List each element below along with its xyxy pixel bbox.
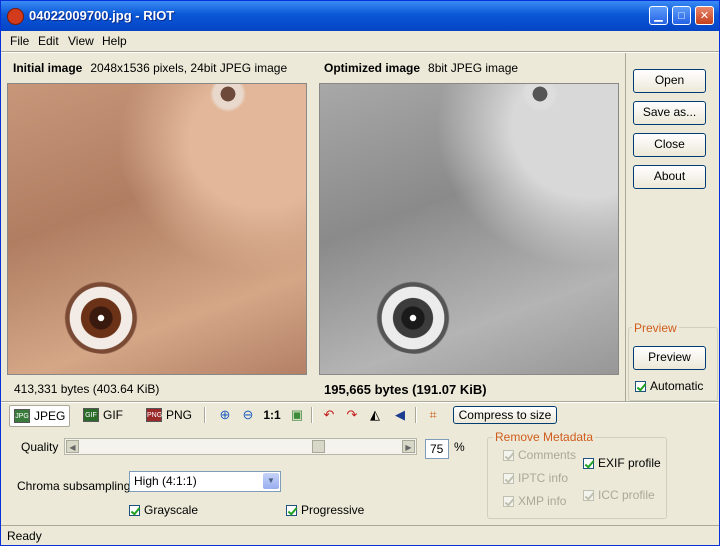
quality-unit: % [454,440,465,454]
icc-check-box[interactable] [583,489,594,501]
optimized-size: 195,665 bytes (191.07 KiB) [324,382,487,397]
grayscale-checkbox[interactable]: Grayscale [129,503,198,517]
iptc-checkbox[interactable]: IPTC info [503,471,568,485]
open-button[interactable]: Open [633,69,706,93]
menu-help[interactable]: Help [102,34,127,48]
iptc-label: IPTC info [518,471,569,485]
about-button[interactable]: About [633,165,706,189]
gif-tab[interactable]: GIF GIF [83,405,123,425]
crop-icon[interactable]: ⌗ [425,407,441,423]
menu-edit[interactable]: Edit [38,34,59,48]
icc-label: ICC profile [598,488,655,502]
chroma-selected-value: High (4:1:1) [134,474,197,488]
automatic-check-box[interactable] [635,380,646,392]
png-label: PNG [166,408,193,422]
grayscale-check-box[interactable] [129,504,140,516]
status-bar: Ready [1,525,719,546]
progressive-checkbox[interactable]: Progressive [286,503,364,517]
xmp-checkbox[interactable]: XMP info [503,494,566,508]
jpeg-tab[interactable]: JPG JPEG [9,405,71,427]
toolbar-divider [415,407,417,423]
flip-horizontal-icon[interactable]: ◭ [367,407,383,423]
close-button[interactable]: Close [633,133,706,157]
toolbar-divider [311,407,313,423]
preview-button[interactable]: Preview [633,346,706,370]
comments-label: Comments [518,448,577,462]
quality-label: Quality [21,440,59,454]
optimized-image-label: Optimized image [324,61,421,75]
gif-file-icon: GIF [83,408,99,422]
eye-shape [510,84,570,114]
optimized-image-info: 8bit JPEG image [428,61,519,75]
menu-view[interactable]: View [68,34,94,48]
menu-bar: File Edit View Help [1,31,719,51]
save-as-button[interactable]: Save as... [633,101,706,125]
chroma-label: Chroma subsampling [17,479,131,493]
initial-image-header: Initial image 2048x1536 pixels, 24bit JPE… [13,61,287,75]
comments-check-box[interactable] [503,449,514,461]
grayscale-label: Grayscale [144,503,199,517]
flip-vertical-icon[interactable]: ◀ [392,407,408,423]
optimized-image-header: Optimized image 8bit JPEG image [324,61,518,75]
png-tab[interactable]: PNG PNG [146,405,192,425]
initial-image-view[interactable] [7,83,307,375]
quality-value-field[interactable]: 75 [425,439,449,459]
jpeg-file-icon: JPG [14,409,30,423]
optimized-image-view[interactable] [319,83,619,375]
zoom-out-icon[interactable]: ⊖ [240,407,256,423]
quality-slider[interactable]: ◀ ▶ [64,438,417,455]
slider-left-arrow[interactable]: ◀ [66,440,79,453]
quality-slider-thumb[interactable] [312,440,325,453]
initial-size: 413,331 bytes (403.64 KiB) [14,382,160,396]
automatic-checkbox[interactable]: Automatic [635,379,703,393]
eye-shape [56,274,156,354]
zoom-in-icon[interactable]: ⊕ [217,407,233,423]
close-window-button[interactable]: ✕ [695,6,714,25]
actual-size-button[interactable]: 1:1 [262,407,282,423]
chevron-down-icon[interactable]: ▼ [263,473,279,489]
xmp-check-box[interactable] [503,495,514,507]
rotate-right-icon[interactable]: ↷ [344,407,360,423]
menu-separator [1,51,719,53]
menu-file[interactable]: File [10,34,29,48]
chroma-select[interactable]: High (4:1:1) ▼ [129,471,281,492]
maximize-button[interactable]: □ [672,6,691,25]
app-icon [7,8,24,25]
riot-window: 04022009700.jpg - RIOT ▁ □ ✕ File Edit V… [0,0,720,546]
initial-image-info: 2048x1536 pixels, 24bit JPEG image [90,61,288,75]
preview-group-title: Preview [632,321,679,335]
minimize-button[interactable]: ▁ [649,6,668,25]
xmp-label: XMP info [518,494,567,508]
iptc-check-box[interactable] [503,472,514,484]
eye-shape [198,84,258,114]
toolbar-divider [204,407,206,423]
title-bar[interactable]: 04022009700.jpg - RIOT ▁ □ ✕ [1,1,719,31]
progressive-label: Progressive [301,503,365,517]
initial-image-label: Initial image [13,61,83,75]
gif-label: GIF [103,408,123,422]
exif-label: EXIF profile [598,456,661,470]
remove-metadata-title: Remove Metadata [493,430,596,444]
format-toolbar: JPG JPEG GIF GIF PNG PNG ⊕ ⊖ 1:1 ▣ ↶ ↷ ◭… [1,403,719,427]
slider-right-arrow[interactable]: ▶ [402,440,415,453]
compress-to-size-button[interactable]: Compress to size [453,406,557,424]
png-file-icon: PNG [146,408,162,422]
exif-check-box[interactable] [583,457,594,469]
status-text: Ready [7,529,42,543]
comments-checkbox[interactable]: Comments [503,448,576,462]
progressive-check-box[interactable] [286,504,297,516]
jpeg-label: JPEG [34,409,66,423]
exif-checkbox[interactable]: EXIF profile [583,456,661,470]
fit-image-icon[interactable]: ▣ [289,407,305,423]
automatic-label: Automatic [650,379,704,393]
rotate-left-icon[interactable]: ↶ [321,407,337,423]
eye-shape [368,274,468,354]
icc-checkbox[interactable]: ICC profile [583,488,655,502]
window-title: 04022009700.jpg - RIOT [29,8,175,23]
